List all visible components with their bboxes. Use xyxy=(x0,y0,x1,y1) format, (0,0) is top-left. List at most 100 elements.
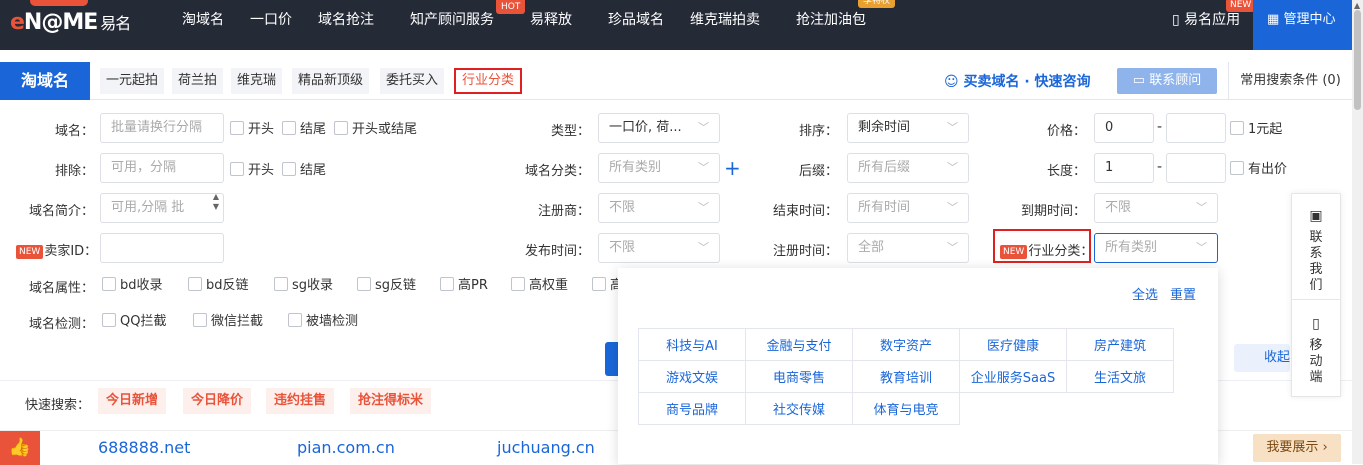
industry-option[interactable]: 医疗健康 xyxy=(959,328,1067,361)
checkbox[interactable] xyxy=(230,162,244,176)
sort-select[interactable]: 剩余时间 ﹀ xyxy=(847,113,969,143)
ticker-domain[interactable]: pian.com.cn xyxy=(297,438,395,457)
site-logo[interactable]: eN@ME 易名 xyxy=(10,10,131,35)
checkbox[interactable] xyxy=(1230,121,1244,135)
check-wall[interactable]: 被墙检测 xyxy=(288,313,358,330)
industry-option[interactable]: 社交传媒 xyxy=(745,392,853,425)
attr-bd-backlink[interactable]: bd反链 xyxy=(188,277,249,294)
checkbox[interactable] xyxy=(193,313,207,327)
industry-option[interactable]: 金融与支付 xyxy=(745,328,853,361)
nav-release[interactable]: 易释放 xyxy=(530,0,572,50)
checkbox[interactable] xyxy=(511,277,525,291)
nav-premium[interactable]: 珍品域名 xyxy=(608,0,664,50)
industry-option[interactable]: 电商零售 xyxy=(745,360,853,393)
domain-input[interactable]: 批量请换行分隔 xyxy=(100,113,224,143)
checkbox[interactable] xyxy=(230,121,244,135)
category-select[interactable]: 所有类别 ﹀ xyxy=(598,153,720,183)
side-contact-us[interactable]: ▣ 联系我们 xyxy=(1292,208,1340,294)
consult-banner[interactable]: ☺ 买卖域名 · 快速咨询 xyxy=(944,71,1091,91)
industry-select[interactable]: 所有类别 ﹀ xyxy=(1094,233,1218,263)
end-time-select[interactable]: 所有时间 ﹀ xyxy=(847,193,969,223)
quick-snap-won[interactable]: 抢注得标米 xyxy=(350,388,432,414)
select-all-link[interactable]: 全选 xyxy=(1132,284,1158,303)
checkbox[interactable] xyxy=(334,121,348,135)
nav-yikoujia[interactable]: 一口价 xyxy=(250,0,292,50)
attr-bd-index[interactable]: bd收录 xyxy=(102,277,163,294)
exclude-input[interactable]: 可用，分隔 xyxy=(100,153,224,183)
registrar-select[interactable]: 不限 ﹀ xyxy=(598,193,720,223)
check-wechat[interactable]: 微信拦截 xyxy=(193,313,263,330)
scroll-up-icon[interactable]: ▲ xyxy=(1354,1,1360,10)
ticker-domain[interactable]: 688888.net xyxy=(98,438,190,457)
nav-taoyuming[interactable]: 淘域名 xyxy=(182,0,224,50)
checkbox[interactable] xyxy=(282,162,296,176)
price-max-input[interactable] xyxy=(1166,113,1226,143)
nav-vickrey[interactable]: 维克瑞拍卖 xyxy=(690,0,760,50)
add-category-icon[interactable]: + xyxy=(724,156,741,180)
contact-advisor-button[interactable]: ▭ 联系顾问 xyxy=(1117,68,1217,94)
subtab-one-yuan[interactable]: 一元起拍 xyxy=(100,68,165,94)
suffix-select[interactable]: 所有后缀 ﹀ xyxy=(847,153,969,183)
has-bid[interactable]: 有出价 xyxy=(1230,161,1287,178)
checkbox[interactable] xyxy=(357,277,371,291)
length-min-input[interactable]: 1 xyxy=(1094,153,1154,183)
price-min-input[interactable]: 0 xyxy=(1094,113,1154,143)
industry-option[interactable]: 商号品牌 xyxy=(638,392,746,425)
reg-time-select[interactable]: 全部 ﹀ xyxy=(847,233,969,263)
attr-high-pr[interactable]: 高PR xyxy=(440,277,488,294)
industry-option[interactable]: 企业服务SaaS xyxy=(959,360,1067,393)
exclude-start[interactable]: 开头 xyxy=(230,162,274,179)
side-mobile[interactable]: ▯ 移动端 xyxy=(1292,316,1340,386)
industry-option[interactable]: 数字资产 xyxy=(852,328,960,361)
intro-input[interactable]: 可用,分隔 批 ▲ ▼ xyxy=(100,193,224,223)
show-my-domain-button[interactable]: 我要展示 › xyxy=(1253,434,1341,462)
checkbox[interactable] xyxy=(288,313,302,327)
tab-taoyuming[interactable]: 淘域名 xyxy=(0,62,90,100)
publish-select[interactable]: 不限 ﹀ xyxy=(598,233,720,263)
checkbox[interactable] xyxy=(102,313,116,327)
attr-sg-index[interactable]: sg收录 xyxy=(274,277,333,294)
checkbox[interactable] xyxy=(188,277,202,291)
industry-option[interactable]: 科技与AI xyxy=(638,328,746,361)
length-max-input[interactable] xyxy=(1166,153,1226,183)
nav-ip-consult[interactable]: 知产顾问服务 xyxy=(410,0,494,50)
industry-option[interactable]: 房产建筑 xyxy=(1066,328,1174,361)
type-select[interactable]: 一口价, 荷... ﹀ xyxy=(598,113,720,143)
opt-either[interactable]: 开头或结尾 xyxy=(334,121,417,138)
checkbox[interactable] xyxy=(592,277,606,291)
checkbox[interactable] xyxy=(102,277,116,291)
nav-domain-snap[interactable]: 域名抢注 xyxy=(318,0,374,50)
attr-high-weight[interactable]: 高权重 xyxy=(511,277,568,294)
quick-today-new[interactable]: 今日新增 xyxy=(98,388,167,414)
page-scrollbar[interactable]: ▲ xyxy=(1352,0,1363,464)
industry-option[interactable]: 教育培训 xyxy=(852,360,960,393)
checkbox[interactable] xyxy=(1230,161,1244,175)
industry-option[interactable]: 游戏文娱 xyxy=(638,360,746,393)
reset-link[interactable]: 重置 xyxy=(1170,284,1196,303)
saved-search-conditions[interactable]: 常用搜索条件 (0) xyxy=(1228,62,1352,100)
expire-select[interactable]: 不限 ﹀ xyxy=(1094,193,1218,223)
subtab-industry[interactable]: 行业分类 xyxy=(454,68,523,94)
industry-option[interactable]: 生活文旅 xyxy=(1066,360,1174,393)
exclude-end[interactable]: 结尾 xyxy=(282,162,326,179)
opt-start[interactable]: 开头 xyxy=(230,121,274,138)
scrollbar-thumb[interactable] xyxy=(1354,10,1361,110)
opt-end[interactable]: 结尾 xyxy=(282,121,326,138)
subtab-vickrey[interactable]: 维克瑞 xyxy=(231,68,283,94)
collapse-button[interactable]: 收起 xyxy=(1234,344,1290,372)
ticker-domain[interactable]: juchuang.cn xyxy=(497,438,595,457)
industry-option[interactable]: 体育与电竞 xyxy=(852,392,960,425)
subtab-entrust[interactable]: 委托买入 xyxy=(380,68,445,94)
attr-sg-backlink[interactable]: sg反链 xyxy=(357,277,416,294)
nav-boost-pack[interactable]: 抢注加油包 xyxy=(796,0,866,50)
quick-default-sale[interactable]: 违约挂售 xyxy=(266,388,335,414)
checkbox[interactable] xyxy=(274,277,288,291)
management-center-button[interactable]: ▦ 管理中心 xyxy=(1253,0,1352,50)
seller-id-input[interactable] xyxy=(100,233,224,263)
checkbox[interactable] xyxy=(282,121,296,135)
subtab-dutch[interactable]: 荷兰拍 xyxy=(172,68,224,94)
checkbox[interactable] xyxy=(440,277,454,291)
check-qq[interactable]: QQ拦截 xyxy=(102,313,166,330)
quick-today-drop[interactable]: 今日降价 xyxy=(183,388,252,414)
price-one-yuan[interactable]: 1元起 xyxy=(1230,121,1282,138)
